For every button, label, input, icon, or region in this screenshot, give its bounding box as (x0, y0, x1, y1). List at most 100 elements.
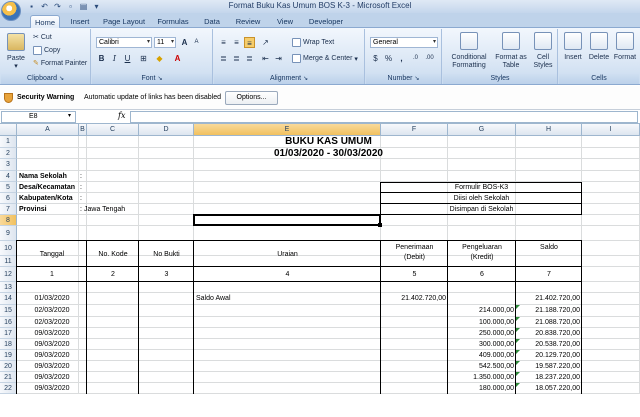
insert-cells-button[interactable]: Insert (561, 32, 585, 61)
tab-formulas[interactable]: Formulas (154, 15, 192, 28)
underline-button[interactable]: U (122, 53, 133, 64)
column-header-e[interactable]: E (194, 124, 381, 136)
align-right-icon[interactable]: ≣ (244, 53, 255, 64)
row-header-4[interactable]: 4 (0, 171, 17, 182)
cell-styles-button[interactable]: Cell Styles (531, 32, 555, 69)
window-title: Format Buku Kas Umum BOS K-3 - Microsoft… (228, 1, 412, 10)
cut-button[interactable]: ✂ Cut (33, 33, 52, 42)
row-header-17[interactable]: 17 (0, 328, 17, 339)
column-header-i[interactable]: I (582, 124, 640, 136)
row-header-14[interactable]: 14 (0, 293, 17, 305)
column-header-g[interactable]: G (448, 124, 516, 136)
row-header-9[interactable]: 9 (0, 226, 17, 241)
row-header-8[interactable]: 8 (0, 215, 17, 226)
format-cells-button[interactable]: Format (613, 32, 637, 61)
tab-page-layout[interactable]: Page Layout (101, 15, 147, 28)
row-header-5[interactable]: 5 (0, 182, 17, 193)
column-header-c[interactable]: C (87, 124, 139, 136)
row-header-10[interactable]: 10 (0, 241, 17, 256)
align-left-icon[interactable]: ≣ (218, 53, 229, 64)
orientation-icon[interactable]: ↗ (260, 37, 271, 48)
wrap-text-button[interactable]: Wrap Text (292, 38, 334, 47)
font-color-icon[interactable]: A (172, 53, 183, 64)
chevron-down-icon[interactable]: ▾ (68, 112, 71, 119)
select-all-button[interactable] (0, 124, 17, 136)
column-header-a[interactable]: A (17, 124, 79, 136)
entry-saldo: 18.237.220,00 (535, 374, 580, 381)
error-indicator-icon[interactable] (516, 350, 520, 354)
row-header-20[interactable]: 20 (0, 361, 17, 372)
paste-button[interactable]: Paste ▾ (5, 33, 27, 70)
comma-button[interactable]: , (396, 53, 407, 64)
borders-icon[interactable]: ⊞ (138, 53, 149, 64)
row-header-3[interactable]: 3 (0, 159, 17, 171)
selected-cell-e8[interactable] (193, 214, 381, 226)
office-button[interactable] (1, 1, 21, 21)
font-name-combo[interactable]: Calibri ▾ (96, 37, 152, 48)
row-header-21[interactable]: 21 (0, 372, 17, 383)
format-painter-button[interactable]: ✎ Format Painter (33, 59, 87, 68)
row-header-12[interactable]: 12 (0, 267, 17, 282)
tab-data[interactable]: Data (201, 15, 223, 28)
align-top-icon[interactable]: ≡ (218, 37, 229, 48)
currency-button[interactable]: $ (370, 53, 381, 64)
error-indicator-icon[interactable] (516, 305, 520, 309)
row-header-15[interactable]: 15 (0, 305, 17, 317)
fill-color-icon[interactable]: ◆ (154, 53, 165, 64)
insert-function-icon[interactable]: fx (118, 111, 125, 120)
shrink-font-button[interactable]: A (191, 37, 202, 48)
grow-font-button[interactable]: A (179, 37, 190, 48)
worksheet-grid[interactable]: A B C D E F G H I 1 2 3 4 5 6 7 8 9 10 11 12 13 14 15 16 17 18 19 20… (0, 124, 640, 417)
row-header-22[interactable]: 22 (0, 383, 17, 394)
format-as-table-button[interactable]: Format as Table (495, 32, 527, 69)
percent-button[interactable]: % (383, 53, 394, 64)
copy-button[interactable]: Copy (33, 46, 60, 55)
row-header-13[interactable]: 13 (0, 282, 17, 293)
dialog-launcher-icon[interactable]: ↘ (157, 76, 162, 82)
row-header-18[interactable]: 18 (0, 339, 17, 350)
align-middle-icon[interactable]: ≡ (231, 37, 242, 48)
bold-button[interactable]: B (96, 53, 107, 64)
row-header-1[interactable]: 1 (0, 136, 17, 148)
row-header-2[interactable]: 2 (0, 148, 17, 159)
tab-home[interactable]: Home (30, 15, 60, 29)
row-header-16[interactable]: 16 (0, 317, 17, 328)
tab-review[interactable]: Review (232, 15, 264, 28)
dialog-launcher-icon[interactable]: ↘ (59, 76, 64, 82)
delete-cells-button[interactable]: Delete (587, 32, 611, 61)
dialog-launcher-icon[interactable]: ↘ (414, 76, 419, 82)
row-header-6[interactable]: 6 (0, 193, 17, 204)
error-indicator-icon[interactable] (516, 361, 520, 365)
column-header-f[interactable]: F (381, 124, 448, 136)
formula-input[interactable] (130, 111, 638, 123)
column-header-h[interactable]: H (516, 124, 582, 136)
fill-handle[interactable] (378, 223, 382, 227)
row-header-19[interactable]: 19 (0, 350, 17, 361)
italic-button[interactable]: I (109, 53, 120, 64)
error-indicator-icon[interactable] (516, 317, 520, 321)
tab-view[interactable]: View (273, 15, 297, 28)
column-header-d[interactable]: D (139, 124, 194, 136)
tab-developer[interactable]: Developer (306, 15, 346, 28)
merge-center-button[interactable]: Merge & Center ▾ (292, 54, 358, 63)
row-header-7[interactable]: 7 (0, 204, 17, 215)
dialog-launcher-icon[interactable]: ↘ (303, 76, 308, 82)
align-bottom-icon[interactable]: ≡ (244, 37, 255, 48)
error-indicator-icon[interactable] (516, 339, 520, 343)
increase-decimal-button[interactable]: .0 (410, 53, 421, 64)
error-indicator-icon[interactable] (516, 328, 520, 332)
row-header-11[interactable]: 11 (0, 256, 17, 267)
column-header-b[interactable]: B (79, 124, 87, 136)
increase-indent-icon[interactable]: ⇥ (273, 53, 284, 64)
align-center-icon[interactable]: ≣ (231, 53, 242, 64)
decrease-decimal-button[interactable]: .00 (424, 53, 435, 64)
name-box[interactable]: E8 (1, 111, 76, 123)
error-indicator-icon[interactable] (516, 383, 520, 387)
error-indicator-icon[interactable] (516, 372, 520, 376)
tab-insert[interactable]: Insert (66, 15, 94, 28)
number-format-combo[interactable]: General ▾ (370, 37, 438, 48)
font-size-combo[interactable]: 11 ▾ (154, 37, 176, 48)
decrease-indent-icon[interactable]: ⇤ (260, 53, 271, 64)
conditional-formatting-button[interactable]: Conditional Formatting (447, 32, 491, 69)
options-button[interactable]: Options... (225, 91, 278, 105)
